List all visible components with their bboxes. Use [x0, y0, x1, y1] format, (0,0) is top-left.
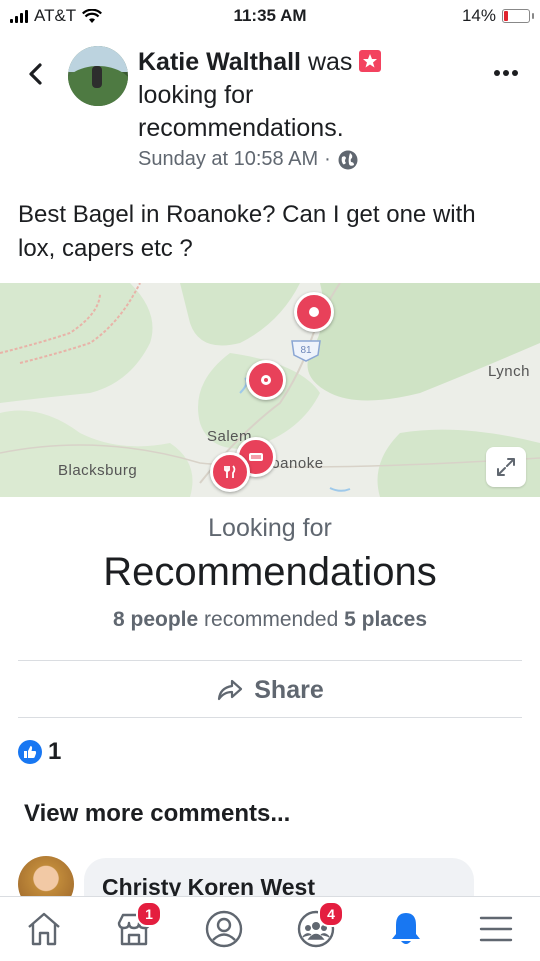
divider [18, 717, 522, 718]
map-pin-food[interactable] [210, 452, 250, 492]
battery-percent: 14% [461, 6, 496, 25]
status-bar: AT&T 11:35 AM 14% [0, 0, 540, 32]
map-pin-restaurant[interactable] [246, 360, 286, 400]
recommended-text: recommended [204, 608, 339, 631]
meta-separator: · [324, 148, 331, 170]
post-meta: Sunday at 10:58 AM · [138, 148, 359, 171]
share-icon [218, 679, 243, 701]
recommendations-heading: Recommendations [103, 550, 437, 594]
recommendation-map[interactable]: 81 Lynch Salem Roanoke Blacksburg [0, 283, 540, 497]
battery-icon [502, 9, 534, 23]
comment-item: Christy Koren West [18, 856, 540, 918]
tab-notifications[interactable] [384, 907, 428, 951]
post-action-verb: was [307, 48, 353, 76]
post-action-rest: looking for recommendations. [138, 81, 344, 142]
recommendation-summary[interactable]: 8 people recommended 5 places [0, 608, 540, 632]
recommendation-star-icon [359, 50, 382, 72]
globe-icon [338, 150, 358, 169]
marketplace-badge: 1 [136, 901, 162, 927]
map-label-blacksburg: Blacksburg [58, 462, 138, 479]
post-header: Katie Walthall was looking for recommend… [0, 40, 540, 180]
share-label: Share [254, 675, 324, 704]
notifications-icon [392, 913, 420, 944]
bottom-tab-bar: 1 4 [0, 896, 540, 961]
status-right: 14% [461, 6, 534, 26]
back-chevron-icon[interactable] [22, 60, 50, 88]
more-options-icon[interactable] [494, 70, 518, 78]
groups-badge: 4 [318, 901, 344, 927]
author-avatar[interactable] [68, 46, 128, 106]
people-count: 8 people [112, 608, 199, 631]
tab-profile[interactable] [202, 907, 246, 951]
post-timestamp[interactable]: Sunday at 10:58 AM [138, 148, 318, 171]
tab-menu[interactable] [474, 907, 518, 951]
author-name[interactable]: Katie Walthall [138, 48, 301, 76]
tab-home[interactable] [22, 907, 66, 951]
share-button[interactable]: Share [0, 672, 540, 708]
reaction-summary[interactable]: 1 [18, 738, 61, 766]
view-more-comments-link[interactable]: View more comments... [24, 800, 290, 828]
tab-groups[interactable]: 4 [294, 901, 344, 951]
like-icon [18, 740, 42, 764]
post-title: Katie Walthall was looking for recommend… [138, 46, 438, 145]
menu-icon [479, 916, 513, 942]
profile-icon [205, 910, 243, 948]
map-pin-restaurant[interactable] [294, 292, 334, 332]
places-count: 5 places [344, 608, 428, 631]
tab-marketplace[interactable]: 1 [112, 901, 162, 951]
map-label-lynch: Lynch [488, 363, 530, 380]
post-body: Best Bagel in Roanoke? Can I get one wit… [18, 201, 476, 262]
looking-for-label: Looking for [208, 514, 332, 542]
home-icon [28, 912, 60, 946]
expand-map-icon[interactable] [486, 447, 526, 487]
status-time: 11:35 AM [233, 6, 307, 25]
divider [18, 660, 522, 661]
map-label-highway: 81 [300, 345, 312, 356]
like-count: 1 [48, 738, 62, 765]
